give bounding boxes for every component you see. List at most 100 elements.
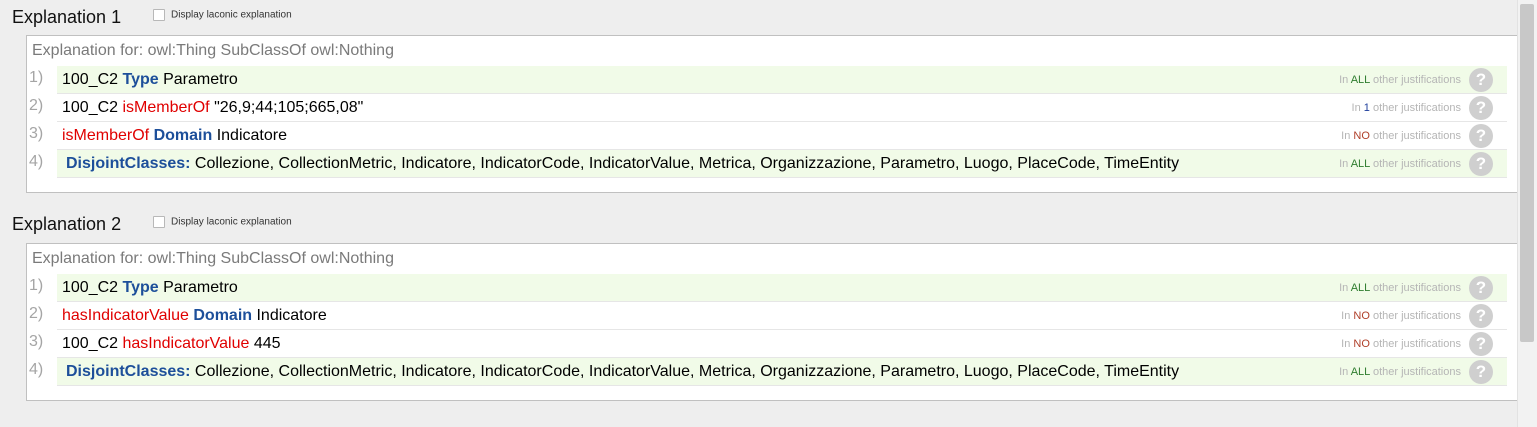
just-prefix: In <box>1341 338 1354 350</box>
just-quantity: ALL <box>1350 282 1370 294</box>
axiom-number: 2) <box>29 97 44 114</box>
just-quantity: ALL <box>1350 158 1370 170</box>
axiom-number: 3) <box>29 333 44 350</box>
property-name: hasIndicatorValue <box>62 307 189 324</box>
axiom-text: 100_C2 hasIndicatorValue 445 <box>62 335 281 353</box>
individual-name: 100_C2 <box>62 279 123 296</box>
just-suffix: other justifications <box>1369 130 1461 142</box>
axiom-row[interactable]: 1) 100_C2 Type Parametro In ALL other ju… <box>27 66 1518 94</box>
just-quantity: NO <box>1353 338 1370 350</box>
just-quantity: NO <box>1353 130 1370 142</box>
axiom-row[interactable]: 3) 100_C2 hasIndicatorValue 445 In NO ot… <box>27 330 1518 358</box>
explanation-1: Explanation 1 Display laconic explanatio… <box>0 6 1519 196</box>
just-quantity: NO <box>1353 310 1370 322</box>
justification-count: In ALL other justifications <box>1339 158 1461 170</box>
keyword-disjoint-classes: DisjointClasses: <box>66 363 191 380</box>
help-icon[interactable]: ? <box>1469 68 1493 92</box>
class-list: Collezione, CollectionMetric, Indicatore… <box>190 363 1180 380</box>
help-icon[interactable]: ? <box>1469 124 1493 148</box>
just-suffix: other justifications <box>1369 158 1461 170</box>
just-prefix: In <box>1339 74 1351 86</box>
axiom-number: 1) <box>29 69 44 86</box>
keyword-domain: Domain <box>193 307 253 324</box>
keyword-domain: Domain <box>153 127 213 144</box>
axiom-text: 100_C2 Type Parametro <box>62 279 238 297</box>
explanation-2: Explanation 2 Display laconic explanatio… <box>0 213 1519 405</box>
help-icon[interactable]: ? <box>1469 276 1493 300</box>
property-name: isMemberOf <box>62 127 150 144</box>
individual-name: 100_C2 <box>62 335 123 352</box>
explanation-caption: Explanation for: owl:Thing SubClassOf ow… <box>32 42 394 59</box>
just-suffix: other justifications <box>1369 338 1461 350</box>
just-suffix: other justifications <box>1369 102 1461 114</box>
help-icon[interactable]: ? <box>1469 360 1493 384</box>
explanation-header: Explanation 1 Display laconic explanatio… <box>12 6 812 28</box>
axiom-row[interactable]: 2) hasIndicatorValue Domain Indicatore I… <box>27 302 1518 330</box>
class-name: Indicatore <box>252 307 327 324</box>
literal-value: 445 <box>249 335 281 352</box>
explanation-title: Explanation 2 <box>12 214 122 234</box>
axiom-row[interactable]: 1) 100_C2 Type Parametro In ALL other ju… <box>27 274 1518 302</box>
help-icon[interactable]: ? <box>1469 332 1493 356</box>
class-name: Indicatore <box>212 127 287 144</box>
just-prefix: In <box>1351 102 1364 114</box>
class-list: Collezione, CollectionMetric, Indicatore… <box>190 155 1180 172</box>
just-prefix: In <box>1339 366 1351 378</box>
class-name: Parametro <box>158 279 238 296</box>
laconic-checkbox[interactable] <box>153 216 165 228</box>
axiom-text: DisjointClasses: Collezione, CollectionM… <box>66 155 1179 173</box>
justification-count: In NO other justifications <box>1341 338 1461 350</box>
justification-count: In NO other justifications <box>1341 130 1461 142</box>
laconic-label: Display laconic explanation <box>171 216 292 228</box>
axiom-text: hasIndicatorValue Domain Indicatore <box>62 307 327 325</box>
help-icon[interactable]: ? <box>1469 152 1493 176</box>
keyword-type: Type <box>122 279 159 296</box>
axiom-row[interactable]: 3) isMemberOf Domain Indicatore In NO ot… <box>27 122 1518 150</box>
just-suffix: other justifications <box>1369 366 1461 378</box>
just-prefix: In <box>1339 282 1351 294</box>
just-prefix: In <box>1339 158 1351 170</box>
scrollbar-thumb[interactable] <box>1520 4 1534 342</box>
axiom-text: 100_C2 Type Parametro <box>62 71 238 89</box>
help-icon[interactable]: ? <box>1469 96 1493 120</box>
just-suffix: other justifications <box>1369 74 1461 86</box>
just-quantity: ALL <box>1350 366 1370 378</box>
explanation-panel: Explanation for: owl:Thing SubClassOf ow… <box>26 243 1519 401</box>
just-suffix: other justifications <box>1369 310 1461 322</box>
help-icon[interactable]: ? <box>1469 304 1493 328</box>
axiom-body: DisjointClasses: Collezione, CollectionM… <box>57 150 1507 178</box>
class-name: Parametro <box>158 71 238 88</box>
axiom-number: 2) <box>29 305 44 322</box>
laconic-label: Display laconic explanation <box>171 9 292 21</box>
explanation-header: Explanation 2 Display laconic explanatio… <box>12 213 812 235</box>
explanation-title: Explanation 1 <box>12 7 122 27</box>
explanation-panel: Explanation for: owl:Thing SubClassOf ow… <box>26 35 1519 193</box>
axiom-row[interactable]: 4) DisjointClasses: Collezione, Collecti… <box>27 358 1518 386</box>
property-name: isMemberOf <box>122 99 210 116</box>
laconic-checkbox[interactable] <box>153 9 165 21</box>
property-name: hasIndicatorValue <box>122 335 250 352</box>
axiom-row[interactable]: 4) DisjointClasses: Collezione, Collecti… <box>27 150 1518 178</box>
justification-count: In 1 other justifications <box>1352 102 1461 114</box>
keyword-disjoint-classes: DisjointClasses: <box>66 155 191 172</box>
keyword-type: Type <box>122 71 159 88</box>
justification-count: In ALL other justifications <box>1339 74 1461 86</box>
axiom-body: DisjointClasses: Collezione, CollectionM… <box>57 358 1507 386</box>
individual-name: 100_C2 <box>62 71 123 88</box>
individual-name: 100_C2 <box>62 99 123 116</box>
axiom-body: 100_C2 Type Parametro In ALL other justi… <box>57 66 1507 94</box>
axiom-text: isMemberOf Domain Indicatore <box>62 127 287 145</box>
just-prefix: In <box>1341 310 1354 322</box>
explanation-caption: Explanation for: owl:Thing SubClassOf ow… <box>32 250 394 267</box>
axiom-body: isMemberOf Domain Indicatore In NO other… <box>57 122 1507 150</box>
axiom-body: 100_C2 isMemberOf "26,9;44;105;665,08" I… <box>57 94 1507 122</box>
just-quantity: ALL <box>1350 74 1370 86</box>
laconic-toggle[interactable]: Display laconic explanation <box>153 9 292 22</box>
axiom-row[interactable]: 2) 100_C2 isMemberOf "26,9;44;105;665,08… <box>27 94 1518 122</box>
axiom-body: hasIndicatorValue Domain Indicatore In N… <box>57 302 1507 330</box>
laconic-toggle[interactable]: Display laconic explanation <box>153 216 292 229</box>
axiom-number: 4) <box>29 361 44 378</box>
vertical-scrollbar[interactable] <box>1517 0 1537 427</box>
literal-value: "26,9;44;105;665,08" <box>209 99 364 116</box>
axiom-text: 100_C2 isMemberOf "26,9;44;105;665,08" <box>62 99 363 117</box>
